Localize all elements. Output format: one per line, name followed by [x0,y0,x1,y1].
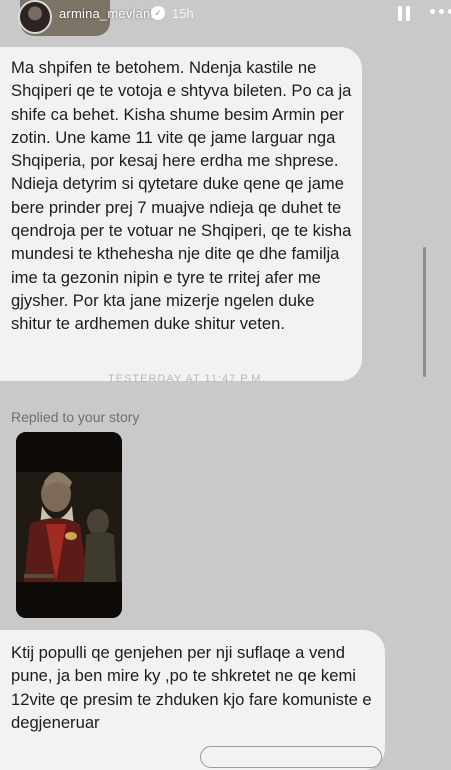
message-text: Ma shpifen te betohem. Ndenja kastile ne… [11,58,352,334]
pause-icon[interactable] [398,6,410,21]
username[interactable]: armina_mevlani [59,6,154,21]
more-icon[interactable] [430,9,451,17]
scrollbar[interactable] [423,247,426,377]
message-bubble: Ma shpifen te betohem. Ndenja kastile ne… [0,47,362,381]
story-thumbnail[interactable] [16,432,122,618]
faded-timestamp: TESTERDAY AT 11:47 P.M. [108,373,266,385]
verified-icon: ✓ [151,6,165,20]
avatar[interactable] [18,0,52,34]
reply-input[interactable] [200,746,382,768]
message-text: Ktij populli qe genjehen per nji suflaqe… [11,643,372,732]
story-image [16,432,122,618]
story-header: armina_mevlani ✓ 15h [0,0,451,34]
replied-label: Replied to your story [11,409,140,425]
timestamp: 15h [172,6,194,21]
